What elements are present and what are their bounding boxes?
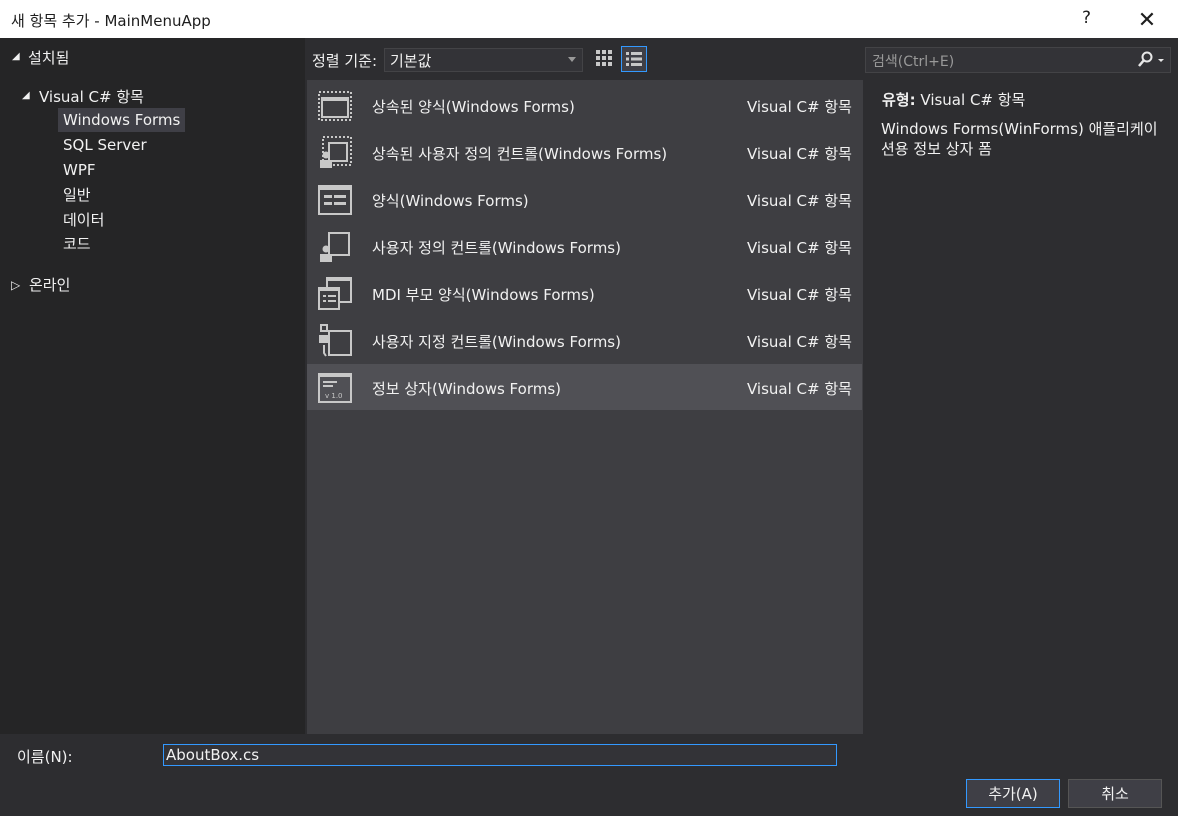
grid-view-icon (596, 50, 612, 66)
expanded-arrow-icon[interactable]: ◢ (12, 51, 20, 62)
tree-item-general[interactable]: 일반 (58, 183, 96, 207)
bottom-bar: 이름(N): AboutBox.cs 추가(A) 취소 (0, 734, 1178, 816)
tree-item-wpf[interactable]: WPF (58, 158, 101, 182)
tree-node-installed[interactable]: 설치됨 (28, 47, 69, 68)
about-box-icon: v 1.0 (318, 373, 352, 403)
tree-item-windows-forms[interactable]: Windows Forms (58, 108, 186, 132)
search-icon[interactable] (1136, 51, 1166, 73)
search-input[interactable]: 검색(Ctrl+E) (865, 47, 1171, 73)
template-list: 상속된 양식(Windows Forms) Visual C# 항목 상속된 사… (307, 80, 863, 734)
custom-control-icon (319, 324, 352, 357)
name-input-value: AboutBox.cs (166, 746, 260, 764)
item-type: 유형: Visual C# 항목 (882, 89, 1025, 110)
expanded-arrow-icon[interactable]: ◢ (22, 90, 30, 101)
tree-item-data[interactable]: 데이터 (58, 208, 109, 232)
tree-item-sql-server[interactable]: SQL Server (58, 133, 152, 157)
help-button[interactable]: ? (1082, 8, 1091, 28)
collapsed-arrow-icon[interactable]: ▷ (11, 278, 20, 292)
user-control-icon (320, 232, 350, 262)
list-view-icon (626, 52, 642, 66)
grid-view-button[interactable] (592, 46, 616, 70)
close-button[interactable]: ✕ (1133, 6, 1161, 34)
type-value: Visual C# 항목 (920, 91, 1026, 109)
list-item-selected[interactable]: v 1.0 정보 상자(Windows Forms) Visual C# 항목 (307, 364, 862, 410)
category-tree: ◢ 설치됨 ◢ Visual C# 항목 Windows Forms SQL S… (0, 38, 305, 734)
title-bar: 새 항목 추가 - MainMenuApp ? ✕ (0, 0, 1178, 38)
name-label: 이름(N): (17, 748, 73, 766)
inherited-user-control-icon (320, 136, 352, 168)
list-item[interactable]: 사용자 지정 컨트롤(Windows Forms) Visual C# 항목 (307, 317, 862, 363)
mdi-parent-form-icon (318, 277, 352, 310)
name-input[interactable]: AboutBox.cs (163, 744, 837, 766)
form-icon (318, 185, 352, 215)
window-title: 새 항목 추가 - MainMenuApp (11, 12, 211, 30)
tree-node-visual-csharp[interactable]: Visual C# 항목 (39, 86, 144, 107)
list-item[interactable]: 상속된 양식(Windows Forms) Visual C# 항목 (307, 82, 862, 128)
add-button[interactable]: 추가(A) (966, 779, 1060, 808)
search-placeholder: 검색(Ctrl+E) (872, 54, 955, 70)
item-description: Windows Forms(WinForms) 애플리케이션용 정보 상자 폼 (881, 120, 1158, 158)
details-panel: 검색(Ctrl+E) 유형: Visual C# 항목 Windows Form… (865, 38, 1178, 734)
sort-toolbar: 정렬 기준: 기본값 (305, 38, 865, 80)
list-view-button[interactable] (621, 46, 647, 72)
tree-node-online[interactable]: 온라인 (29, 274, 70, 295)
about-box-icon-version: v 1.0 (325, 392, 343, 400)
list-item[interactable]: MDI 부모 양식(Windows Forms) Visual C# 항목 (307, 270, 862, 316)
list-item[interactable]: 상속된 사용자 정의 컨트롤(Windows Forms) Visual C# … (307, 129, 862, 175)
cancel-button[interactable]: 취소 (1068, 779, 1162, 808)
chevron-down-icon (568, 57, 576, 62)
sort-label: 정렬 기준: (312, 52, 378, 70)
sort-dropdown-value: 기본값 (390, 52, 432, 70)
close-icon: ✕ (1137, 7, 1157, 33)
inherited-form-icon (318, 91, 352, 121)
list-item[interactable]: 사용자 정의 컨트롤(Windows Forms) Visual C# 항목 (307, 223, 862, 269)
sort-dropdown[interactable]: 기본값 (384, 48, 583, 72)
type-label: 유형: (882, 91, 916, 109)
list-item[interactable]: 양식(Windows Forms) Visual C# 항목 (307, 176, 862, 222)
tree-item-code[interactable]: 코드 (58, 232, 96, 256)
